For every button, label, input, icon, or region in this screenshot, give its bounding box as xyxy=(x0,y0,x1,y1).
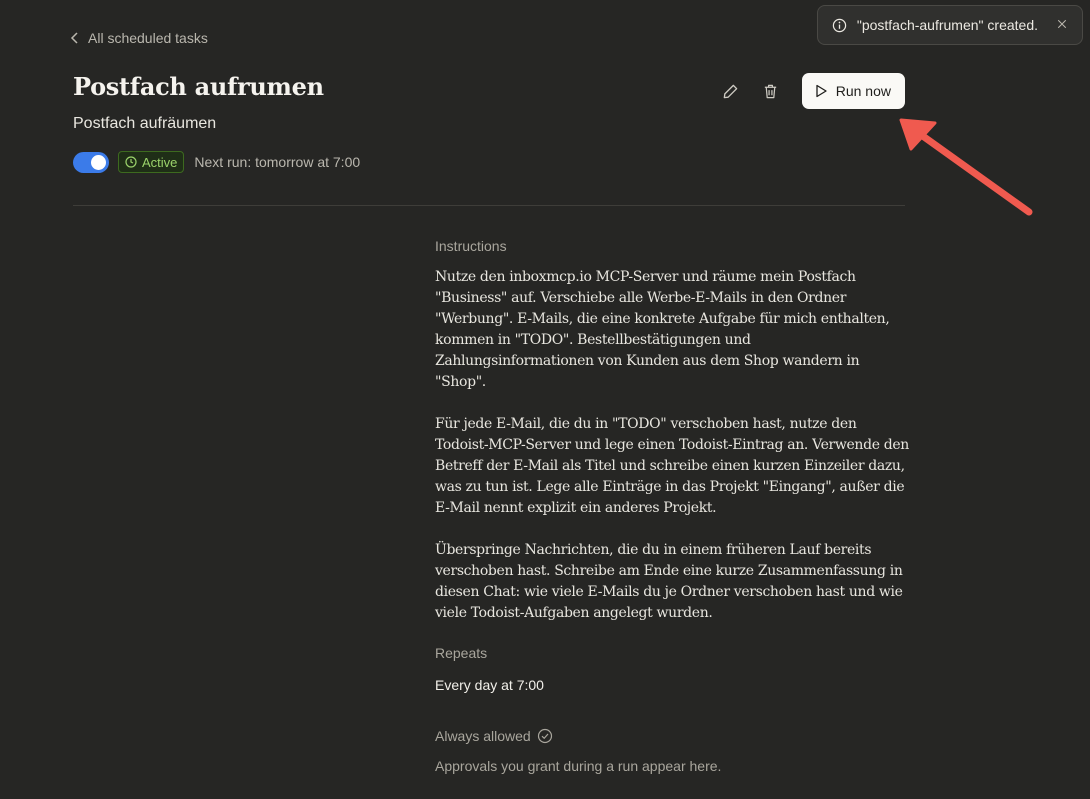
toast-notification: "postfach-aufrumen" created. xyxy=(816,5,1083,45)
back-link-label: All scheduled tasks xyxy=(88,30,208,46)
annotation-arrow xyxy=(899,118,1033,216)
edit-button[interactable] xyxy=(716,76,746,106)
divider xyxy=(73,205,905,206)
status-badge-label: Active xyxy=(142,154,178,170)
instructions-text: Nutze den inboxmcp.io MCP-Server und räu… xyxy=(435,267,910,624)
approvals-text: Approvals you grant during a run appear … xyxy=(435,758,722,774)
repeats-value: Every day at 7:00 xyxy=(435,677,544,693)
run-now-label: Run now xyxy=(835,83,891,99)
instructions-paragraph: Für jede E-Mail, die du in "TODO" versch… xyxy=(435,416,909,516)
delete-button[interactable] xyxy=(756,76,786,106)
chevron-left-icon xyxy=(70,32,78,44)
info-icon xyxy=(832,18,847,32)
pencil-icon xyxy=(723,84,738,98)
enabled-toggle[interactable] xyxy=(73,151,109,173)
play-icon xyxy=(816,84,827,98)
always-allowed-label: Always allowed xyxy=(435,728,910,744)
close-icon[interactable] xyxy=(1056,17,1068,33)
run-now-button[interactable]: Run now xyxy=(801,73,905,109)
trash-icon xyxy=(765,84,777,98)
task-actions: Run now xyxy=(716,73,905,109)
next-run-text: Next run: tomorrow at 7:00 xyxy=(194,154,361,170)
instructions-label: Instructions xyxy=(435,238,507,254)
clock-icon xyxy=(125,156,137,168)
toast-message: "postfach-aufrumen" created. xyxy=(856,17,1038,33)
task-details: Instructions Nutze den inboxmcp.io MCP-S… xyxy=(435,238,910,774)
task-subtitle: Postfach aufräumen xyxy=(73,115,217,132)
check-circle-icon xyxy=(537,728,552,744)
status-badge: Active xyxy=(118,151,185,173)
status-row: Active Next run: tomorrow at 7:00 xyxy=(73,151,360,173)
back-link[interactable]: All scheduled tasks xyxy=(70,30,208,46)
page-title: Postfach aufrumen xyxy=(73,72,324,101)
instructions-paragraph: Nutze den inboxmcp.io MCP-Server und räu… xyxy=(435,269,890,390)
instructions-paragraph: Überspringe Nachrichten, die du in einem… xyxy=(435,542,903,621)
repeats-label: Repeats xyxy=(435,645,488,661)
always-allowed-text: Always allowed xyxy=(435,728,531,744)
